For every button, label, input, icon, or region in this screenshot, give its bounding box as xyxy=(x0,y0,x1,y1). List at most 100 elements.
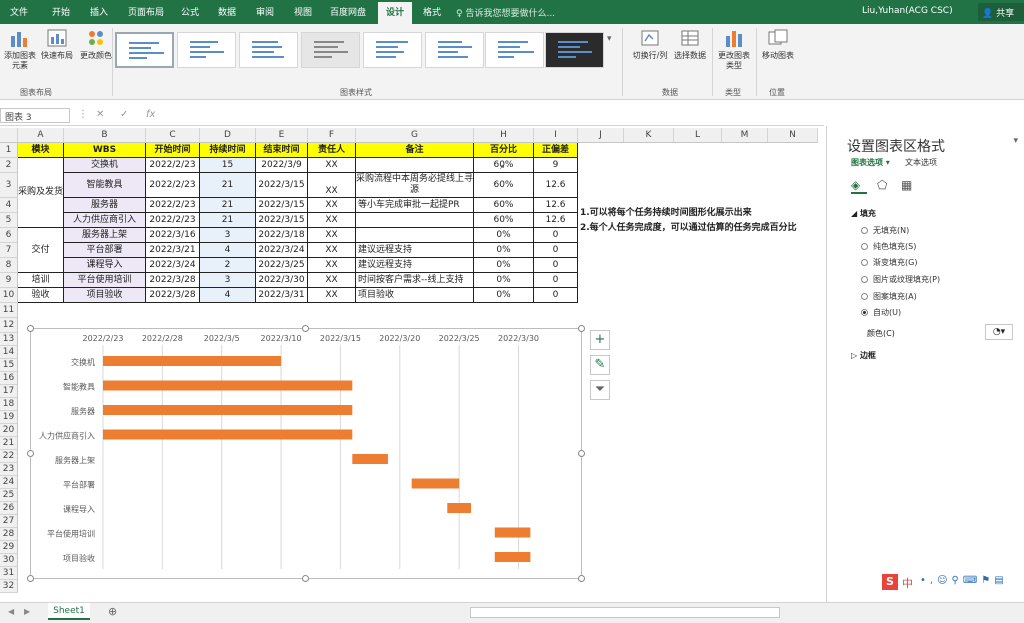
remark-cell[interactable]: 等小车完成审批一起提PR xyxy=(356,198,474,213)
chart-style-5[interactable] xyxy=(363,32,422,68)
row-header[interactable]: 16 xyxy=(0,372,18,385)
tab-formulas[interactable]: 公式 xyxy=(181,5,199,18)
percent-cell[interactable]: 0% xyxy=(474,228,534,243)
remark-cell[interactable]: 项目验收 xyxy=(356,288,474,303)
row-header[interactable]: 9 xyxy=(0,273,18,288)
module-cell[interactable]: 验收 xyxy=(18,288,64,303)
duration-cell[interactable]: 15 xyxy=(200,158,256,173)
start-date-cell[interactable]: 2022/2/23 xyxy=(146,198,200,213)
chart-styles-brush-icon[interactable]: ✎ xyxy=(590,355,610,375)
end-date-cell[interactable]: 2022/3/24 xyxy=(256,243,308,258)
cancel-icon[interactable]: ✕ xyxy=(96,109,104,120)
resize-handle[interactable] xyxy=(578,450,585,457)
fill-section-header[interactable]: ◢ 填充 xyxy=(851,208,876,219)
duration-cell[interactable]: 21 xyxy=(200,213,256,228)
table-header-cell[interactable]: 正偏差 xyxy=(534,143,578,158)
row-header[interactable]: 17 xyxy=(0,385,18,398)
row-header[interactable]: 1 xyxy=(0,143,18,158)
column-header[interactable]: A xyxy=(18,128,64,143)
tab-baidu-netdisk[interactable]: 百度网盘 xyxy=(330,5,366,18)
deviation-cell[interactable]: 0 xyxy=(534,288,578,303)
row-header[interactable]: 26 xyxy=(0,502,18,515)
duration-cell[interactable]: 21 xyxy=(200,173,256,198)
chart-style-6[interactable] xyxy=(425,32,484,68)
row-header[interactable]: 21 xyxy=(0,437,18,450)
column-header[interactable]: J xyxy=(578,128,624,143)
chart-style-7[interactable] xyxy=(485,32,544,68)
row-header[interactable]: 22 xyxy=(0,450,18,463)
wbs-cell[interactable]: 服务器 xyxy=(64,198,146,213)
owner-cell[interactable]: XX xyxy=(308,158,356,173)
remark-cell[interactable]: 建议远程支持 xyxy=(356,258,474,273)
percent-cell[interactable]: 0% xyxy=(474,273,534,288)
table-header-cell[interactable]: 开始时间 xyxy=(146,143,200,158)
deviation-cell[interactable]: 12.6 xyxy=(534,173,578,198)
column-header[interactable]: I xyxy=(534,128,578,143)
resize-handle[interactable] xyxy=(578,575,585,582)
row-header[interactable]: 32 xyxy=(0,580,18,593)
add-sheet-icon[interactable]: ⊕ xyxy=(108,605,117,618)
table-header-cell[interactable]: 模块 xyxy=(18,143,64,158)
select-all-corner[interactable] xyxy=(0,128,18,143)
row-header[interactable]: 27 xyxy=(0,515,18,528)
tab-home[interactable]: 开始 xyxy=(52,5,70,18)
gantt-chart[interactable]: 2022/2/23 2022/2/28 2022/3/5 2022/3/10 2022/… xyxy=(30,328,582,579)
start-date-cell[interactable]: 2022/2/23 xyxy=(146,173,200,198)
start-date-cell[interactable]: 2022/3/28 xyxy=(146,273,200,288)
table-header-cell[interactable]: 责任人 xyxy=(308,143,356,158)
resize-handle[interactable] xyxy=(302,325,309,332)
start-date-cell[interactable]: 2022/3/21 xyxy=(146,243,200,258)
duration-cell[interactable]: 3 xyxy=(200,273,256,288)
fill-line-icon[interactable]: ◈ xyxy=(851,178,867,194)
percent-cell[interactable]: 0% xyxy=(474,288,534,303)
row-header[interactable]: 14 xyxy=(0,346,18,359)
change-chart-type-button[interactable]: 更改图表类型 xyxy=(716,28,752,71)
wbs-cell[interactable]: 智能教具 xyxy=(64,173,146,198)
remark-cell[interactable]: 时间按客户需求--线上支持 xyxy=(356,273,474,288)
effects-pentagon-icon[interactable]: ⬠ xyxy=(877,178,893,194)
column-header[interactable]: M xyxy=(722,128,768,143)
wbs-cell[interactable]: 平台使用培训 xyxy=(64,273,146,288)
start-date-cell[interactable]: 2022/2/23 xyxy=(146,213,200,228)
table-header-cell[interactable]: WBS xyxy=(64,143,146,158)
chart-filter-icon[interactable]: ⏷ xyxy=(590,380,610,400)
tab-design[interactable]: 设计 xyxy=(378,2,413,24)
column-header[interactable]: K xyxy=(624,128,674,143)
scroll-right-icon[interactable]: ▶ xyxy=(24,607,30,616)
table-header-cell[interactable]: 备注 xyxy=(356,143,474,158)
horizontal-scrollbar[interactable] xyxy=(470,607,780,618)
end-date-cell[interactable]: 2022/3/31 xyxy=(256,288,308,303)
tab-text-options[interactable]: 文本选项 xyxy=(905,157,937,168)
chart-style-1[interactable] xyxy=(115,32,174,68)
column-header[interactable]: G xyxy=(356,128,474,143)
owner-cell[interactable]: XX xyxy=(308,258,356,273)
fill-option-pattern[interactable]: 图案填充(A) xyxy=(861,291,917,302)
chart-style-8[interactable] xyxy=(545,32,604,68)
percent-cell[interactable]: 60% xyxy=(474,198,534,213)
start-date-cell[interactable]: 2022/3/16 xyxy=(146,228,200,243)
select-data-button[interactable]: 选择数据 xyxy=(672,28,708,61)
end-date-cell[interactable]: 2022/3/30 xyxy=(256,273,308,288)
module-cell[interactable]: 培训 xyxy=(18,273,64,288)
module-cell[interactable]: 交付 xyxy=(18,228,64,273)
tab-insert[interactable]: 插入 xyxy=(90,5,108,18)
owner-cell[interactable]: XX xyxy=(308,198,356,213)
owner-cell[interactable]: XX xyxy=(308,243,356,258)
row-header[interactable]: 3 xyxy=(0,173,18,198)
duration-cell[interactable]: 4 xyxy=(200,288,256,303)
tab-format[interactable]: 格式 xyxy=(423,5,441,18)
fill-option-none[interactable]: 无填充(N) xyxy=(861,225,909,236)
row-header[interactable]: 30 xyxy=(0,554,18,567)
deviation-cell[interactable]: 9 xyxy=(534,158,578,173)
switch-row-column-button[interactable]: 切换行/列 xyxy=(630,28,670,61)
duration-cell[interactable]: 21 xyxy=(200,198,256,213)
color-picker-dropdown[interactable]: ◔▾ xyxy=(985,324,1013,340)
owner-cell[interactable]: XX xyxy=(308,273,356,288)
row-header[interactable]: 24 xyxy=(0,476,18,489)
chart-style-4[interactable] xyxy=(301,32,360,68)
share-button[interactable]: 👤 共享 xyxy=(978,3,1024,21)
tab-chart-options[interactable]: 图表选项 ▾ xyxy=(851,157,890,168)
add-chart-element-button[interactable]: 添加图表元素 xyxy=(2,28,38,71)
duration-cell[interactable]: 2 xyxy=(200,258,256,273)
formula-input[interactable] xyxy=(166,108,822,123)
